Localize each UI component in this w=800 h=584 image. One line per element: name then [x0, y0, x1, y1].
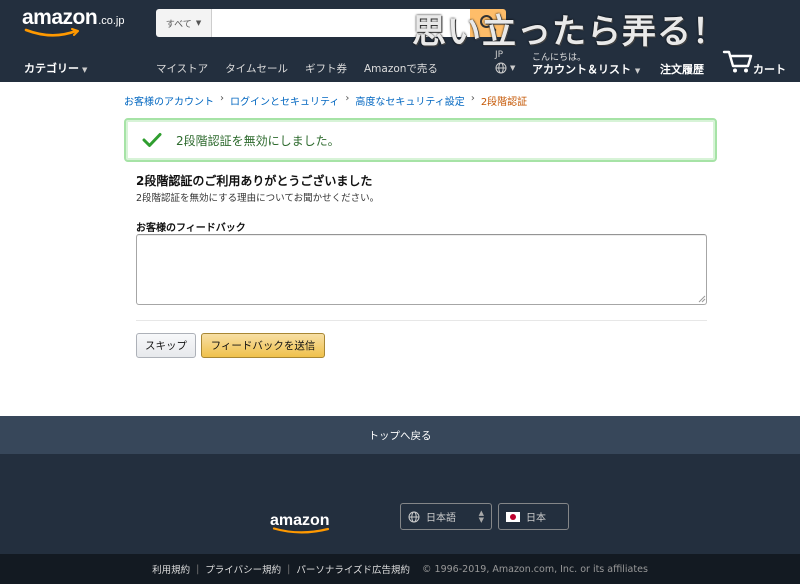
smile-icon — [24, 28, 79, 37]
globe-icon — [495, 62, 507, 74]
category-label: カテゴリー — [24, 62, 79, 75]
logo-wordmark: amazon — [22, 6, 98, 29]
category-menu[interactable]: カテゴリー ▼ — [24, 60, 87, 76]
chevron-down-icon: ▼ — [195, 19, 202, 27]
feedback-textarea[interactable] — [136, 234, 707, 305]
globe-icon — [408, 511, 420, 522]
feedback-label: お客様のフィードバック — [136, 223, 246, 234]
breadcrumb: お客様のアカウント › ログインとセキュリティ › 高度なセキュリティ設定 › … — [124, 93, 527, 108]
amazon-logo[interactable]: amazon.co.jp — [22, 6, 125, 37]
back-to-top-button[interactable]: トップへ戻る — [0, 416, 800, 454]
account-label: アカウント＆リスト — [532, 63, 631, 76]
resize-handle-icon[interactable] — [698, 295, 706, 303]
send-feedback-button[interactable]: フィードバックを送信 — [201, 333, 325, 358]
breadcrumb-login-security[interactable]: ログインとセキュリティ — [230, 93, 339, 108]
footer-amazon-logo[interactable]: amazon — [270, 510, 330, 534]
footer-country-label: 日本 — [526, 513, 546, 524]
page-title: 2段階認証のご利用ありがとうございました — [136, 174, 373, 188]
breadcrumb-current: 2段階認証 — [480, 97, 528, 108]
nav-link-sell[interactable]: Amazonで売る — [364, 61, 438, 76]
breadcrumb-separator: › — [345, 93, 350, 104]
nav-link-gift-card[interactable]: ギフト券 — [305, 61, 347, 76]
logo-tld: .co.jp — [98, 15, 125, 27]
footer-separator: | — [196, 563, 200, 575]
search-scope-label: すべて — [165, 19, 192, 30]
checkmark-icon — [142, 133, 162, 147]
nav-link-my-store[interactable]: マイストア — [156, 61, 208, 76]
footer-link-privacy[interactable]: プライバシー規約 — [205, 562, 281, 576]
chevron-down-icon: ▼ — [634, 67, 641, 75]
breadcrumb-advanced-security[interactable]: 高度なセキュリティ設定 — [355, 93, 464, 108]
footer-language-label: 日本語 — [426, 513, 456, 524]
up-down-arrows-icon: ▲ ▼ — [478, 509, 484, 524]
japan-flag-icon — [506, 511, 520, 522]
back-to-top-label: トップへ戻る — [368, 429, 432, 442]
skip-button[interactable]: スキップ — [136, 333, 196, 358]
orders-link[interactable]: 注文履歴 — [660, 61, 704, 77]
footer-language-selector[interactable]: 日本語 ▲ ▼ — [400, 503, 492, 530]
cart-label: カート — [753, 63, 786, 76]
section-divider — [136, 320, 707, 321]
cart-button[interactable]: カート — [722, 48, 786, 78]
footer-legal-bar: 利用規約 | プライバシー規約 | パーソナライズド広告規約 © 1996-20… — [0, 554, 800, 584]
chevron-down-icon: ▼ — [82, 66, 88, 74]
breadcrumb-your-account[interactable]: お客様のアカウント — [124, 93, 214, 108]
chevron-down-icon: ▼ — [510, 64, 516, 72]
search-scope-dropdown[interactable]: すべて ▼ — [156, 9, 212, 37]
footer-link-terms[interactable]: 利用規約 — [152, 562, 190, 576]
watermark-text: 思い立ったら弄る！ — [412, 12, 727, 52]
language-code: JP — [495, 50, 504, 60]
page-subtitle: 2段階認証を無効にする理由についてお聞かせください。 — [136, 193, 380, 204]
breadcrumb-separator: › — [220, 93, 224, 104]
footer-link-ads[interactable]: パーソナライズド広告規約 — [296, 562, 410, 576]
footer-copyright: © 1996-2019, Amazon.com, Inc. or its aff… — [422, 563, 648, 575]
success-alert: 2段階認証を無効にしました。 — [124, 118, 717, 162]
footer-separator: | — [287, 563, 291, 575]
cart-icon — [722, 50, 753, 73]
breadcrumb-separator: › — [470, 93, 475, 104]
nav-links: マイストア タイムセール ギフト券 Amazonで売る — [156, 61, 438, 76]
alert-message: 2段階認証を無効にしました。 — [176, 133, 340, 148]
smile-icon — [272, 527, 330, 534]
nav-link-timesale[interactable]: タイムセール — [225, 61, 288, 76]
footer-country-selector[interactable]: 日本 — [498, 503, 569, 530]
